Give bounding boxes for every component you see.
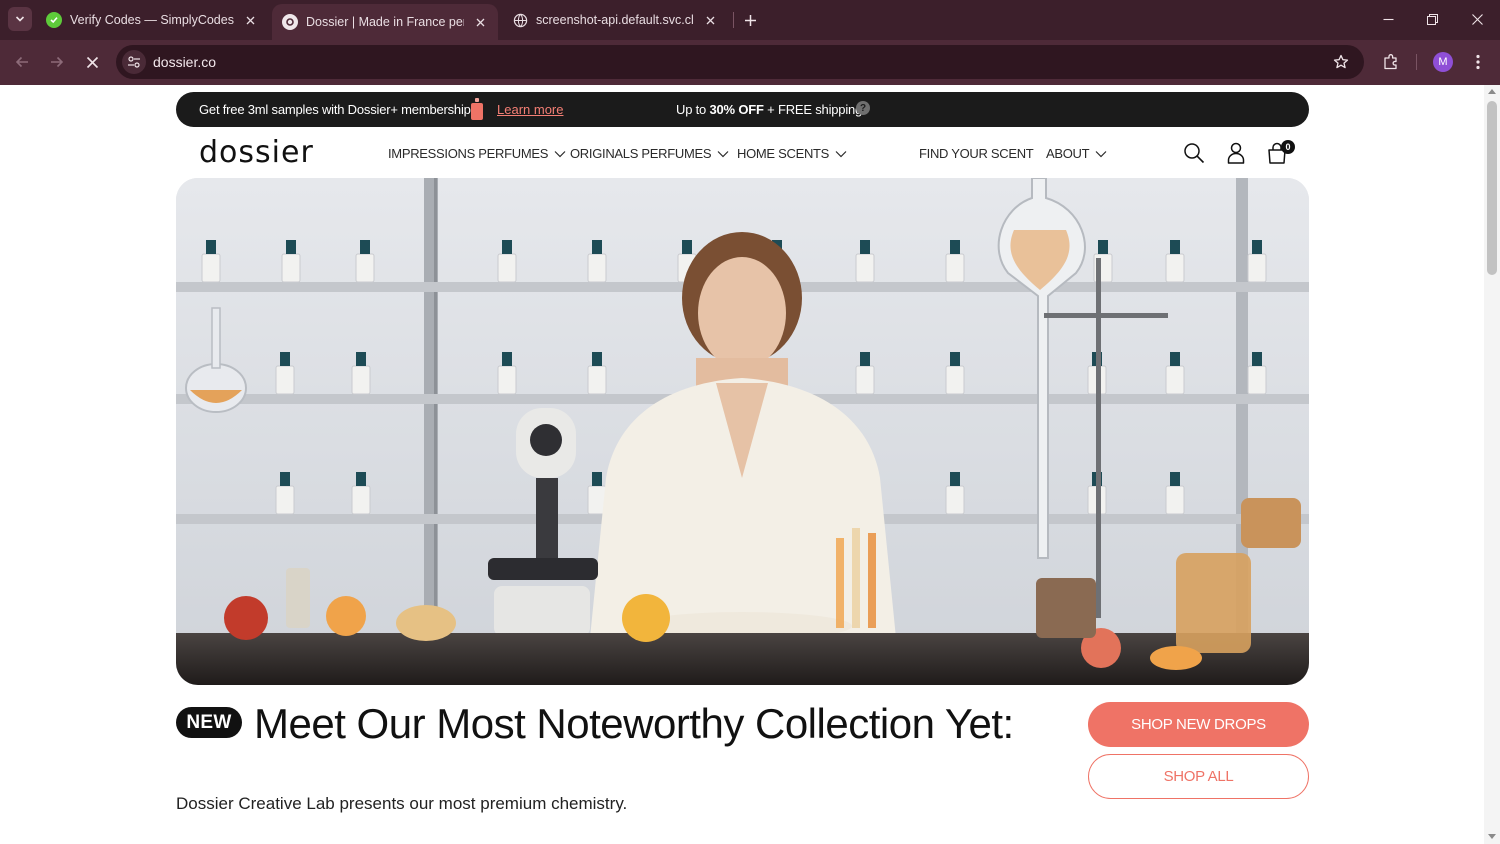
tab-title: screenshot-api.default.svc.cluster.local (536, 13, 694, 27)
page-scrollbar[interactable] (1484, 85, 1500, 844)
close-icon (1471, 13, 1483, 25)
nav-home-scents[interactable]: HOME SCENTS (737, 146, 847, 161)
shop-all-button[interactable]: SHOP ALL (1088, 754, 1309, 799)
arrow-right-icon (51, 56, 64, 68)
chevron-down-icon (835, 150, 847, 157)
extensions-button[interactable] (1379, 50, 1403, 74)
chevron-down-icon (1095, 150, 1107, 157)
new-badge: NEW (176, 707, 242, 738)
arrow-left-icon (15, 56, 28, 68)
tab-title: Dossier | Made in France perfume (306, 15, 464, 29)
scrollbar-thumb[interactable] (1487, 101, 1497, 275)
tab-title: Verify Codes — SimplyCodes (70, 13, 234, 27)
close-icon (86, 56, 98, 68)
site-info-button[interactable] (122, 50, 146, 74)
help-icon[interactable]: ? (856, 101, 870, 115)
back-button[interactable] (10, 50, 34, 74)
nav-label: IMPRESSIONS PERFUMES (388, 146, 549, 161)
promo-membership-text: Get free 3ml samples with Dossier+ membe… (199, 102, 471, 117)
hero-image[interactable] (176, 178, 1309, 685)
nav-label: FIND YOUR SCENT (919, 146, 1034, 161)
stop-loading-button[interactable] (80, 50, 104, 74)
toolbar-divider (1416, 54, 1417, 70)
cart-count-badge: 0 (1281, 140, 1295, 154)
tab-simplycodes[interactable]: Verify Codes — SimplyCodes (40, 0, 268, 40)
tune-icon (128, 56, 140, 68)
tab-search-button[interactable] (8, 7, 32, 31)
globe-icon (512, 12, 528, 28)
more-vertical-icon (1476, 54, 1480, 70)
nav-impressions-perfumes[interactable]: IMPRESSIONS PERFUMES (388, 146, 566, 161)
hero-subtext: Dossier Creative Lab presents our most p… (176, 794, 628, 813)
nav-originals-perfumes[interactable]: ORIGINALS PERFUMES (570, 146, 729, 161)
close-tab-icon[interactable] (702, 12, 718, 28)
close-window-button[interactable] (1455, 0, 1499, 38)
promo-discount-prefix: Up to (676, 102, 707, 117)
hero-headline: Meet Our Most Noteworthy Collection Yet: (254, 700, 1014, 747)
dossier-logo[interactable]: dossier (199, 135, 314, 170)
restore-button[interactable] (1410, 0, 1454, 38)
close-tab-icon[interactable] (472, 14, 488, 30)
tab-divider (733, 12, 734, 28)
tab-dossier[interactable]: Dossier | Made in France perfume (272, 4, 498, 40)
close-tab-icon[interactable] (242, 12, 258, 28)
simplycodes-favicon-icon (46, 12, 62, 28)
chevron-down-icon (554, 150, 566, 157)
url-text[interactable]: dossier.co (153, 54, 216, 70)
address-bar[interactable]: dossier.co (116, 45, 1364, 79)
page-viewport: Get free 3ml samples with Dossier+ membe… (0, 85, 1500, 844)
promo-discount-value: 30% OFF (709, 102, 764, 117)
puzzle-icon (1384, 54, 1397, 70)
minimize-button[interactable] (1366, 0, 1410, 38)
nav-about[interactable]: ABOUT (1046, 146, 1107, 161)
chevron-down-icon (15, 16, 25, 22)
nav-label: ORIGINALS PERFUMES (570, 146, 712, 161)
nav-find-your-scent[interactable]: FIND YOUR SCENT (919, 146, 1034, 161)
promo-discount-suffix: + FREE shipping (767, 102, 863, 117)
promo-discount-text: Up to 30% OFF + FREE shipping (676, 102, 862, 117)
browser-menu-button[interactable] (1466, 50, 1490, 74)
new-tab-button[interactable] (740, 10, 760, 30)
chevron-down-icon (717, 150, 729, 157)
learn-more-link[interactable]: Learn more (497, 102, 563, 117)
account-icon[interactable] (1224, 141, 1248, 165)
perfume-bottle-icon (471, 98, 483, 120)
dossier-favicon-icon (282, 14, 298, 30)
promo-bar: Get free 3ml samples with Dossier+ membe… (176, 92, 1309, 127)
search-icon[interactable] (1182, 141, 1206, 165)
tab-strip: Verify Codes — SimplyCodes Dossier | Mad… (0, 0, 1500, 40)
restore-icon (1426, 13, 1438, 25)
plus-icon (744, 14, 756, 26)
profile-avatar[interactable]: M (1433, 52, 1453, 72)
nav-label: HOME SCENTS (737, 146, 830, 161)
bookmark-star-icon[interactable] (1332, 53, 1350, 71)
hero-lab-illustration (176, 178, 1309, 685)
forward-button[interactable] (45, 50, 69, 74)
tab-screenshot-api[interactable]: screenshot-api.default.svc.cluster.local (502, 0, 728, 40)
minimize-icon (1383, 18, 1393, 20)
nav-label: ABOUT (1046, 146, 1090, 161)
scroll-up-arrow-icon[interactable] (1488, 89, 1496, 94)
shop-new-drops-button[interactable]: SHOP NEW DROPS (1088, 702, 1309, 747)
scroll-down-arrow-icon[interactable] (1488, 834, 1496, 839)
